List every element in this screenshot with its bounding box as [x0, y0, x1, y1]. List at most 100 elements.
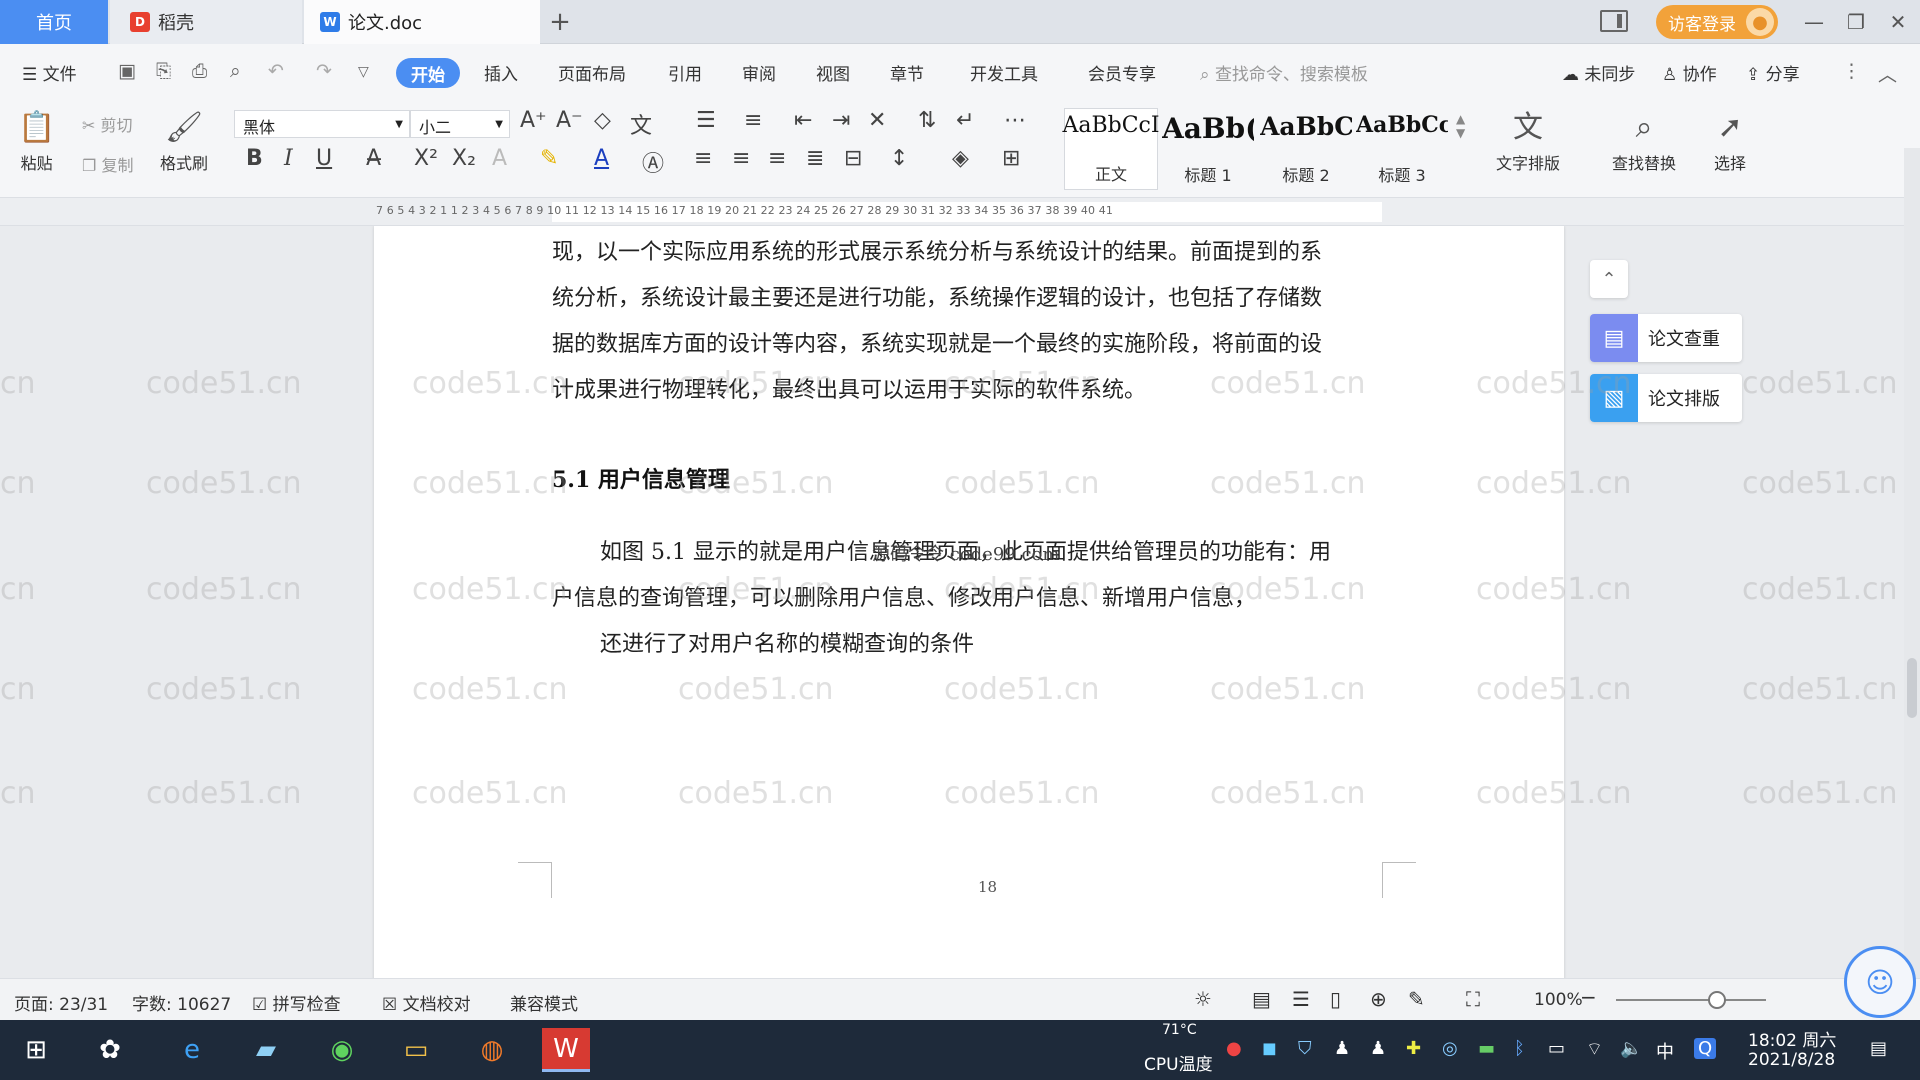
thesis-format-button[interactable]: ▧ 论文排版 — [1590, 374, 1742, 422]
file-menu[interactable]: ☰ 文件 — [22, 60, 77, 85]
web-view-icon[interactable]: ⊕ — [1370, 987, 1387, 1011]
grow-font-icon[interactable]: A⁺ — [520, 108, 547, 133]
numbered-list-icon[interactable]: ≡ — [744, 108, 762, 133]
align-center-icon[interactable]: ≡ — [732, 146, 750, 171]
print-preview-icon[interactable]: ⌕ — [230, 60, 241, 82]
outline-view-icon[interactable]: ☰ — [1292, 987, 1310, 1011]
tray-app-icon[interactable]: ✚ — [1406, 1038, 1421, 1059]
style-heading3[interactable]: AaBbCcl 标题 3 — [1356, 108, 1448, 190]
vertical-scrollbar[interactable] — [1904, 148, 1920, 978]
menu-developer[interactable]: 开发工具 — [970, 60, 1038, 85]
redo-icon[interactable]: ↷ — [316, 60, 332, 82]
collab-button[interactable]: ♙ 协作 — [1662, 60, 1717, 85]
bold-icon[interactable]: B — [246, 146, 263, 171]
ie-browser-icon[interactable]: e — [168, 1028, 216, 1072]
clock-date[interactable]: 2021/8/28 — [1748, 1050, 1835, 1070]
restore-button[interactable]: ❐ — [1842, 8, 1870, 36]
tray-gpu-icon[interactable]: ▬ — [1478, 1038, 1495, 1059]
text-effect-icon[interactable]: A — [492, 146, 507, 171]
eye-protection-icon[interactable]: ☼ — [1194, 987, 1212, 1011]
pen-icon[interactable]: ✎ — [1408, 987, 1425, 1011]
find-replace-button[interactable]: ⌕ 查找替换 — [1612, 106, 1676, 174]
sync-button[interactable]: ☁ 未同步 — [1562, 60, 1635, 85]
collapse-ribbon-icon[interactable]: ︿ — [1878, 60, 1897, 87]
file-explorer-icon[interactable]: ▭ — [392, 1028, 440, 1072]
paste-button[interactable]: 📋 粘贴 — [18, 106, 55, 174]
cut-button[interactable]: ✂ 剪切 — [82, 112, 133, 136]
app-green-icon[interactable]: ◉ — [318, 1028, 366, 1072]
align-left-icon[interactable]: ≡ — [694, 146, 712, 171]
shrink-font-icon[interactable]: A⁻ — [556, 108, 583, 133]
show-marks-icon[interactable]: ⋯ — [1004, 108, 1026, 133]
assistant-icon[interactable]: ☺ — [1844, 946, 1916, 1018]
clock-time[interactable]: 18:02 周六 — [1748, 1026, 1836, 1051]
zoom-out-icon[interactable]: − — [1580, 985, 1597, 1009]
style-heading2[interactable]: AaBbC 标题 2 — [1260, 108, 1352, 190]
quick-access-dropdown-icon[interactable]: ▽ — [358, 64, 369, 80]
highlight-icon[interactable]: ✎ — [540, 146, 558, 171]
font-size-select[interactable]: 小二 ▼ — [410, 110, 510, 138]
char-border-icon[interactable]: Ⓐ — [642, 146, 664, 178]
more-icon[interactable]: ⋮ — [1842, 60, 1861, 82]
clear-format-icon[interactable]: ◇ — [594, 108, 611, 133]
text-layout-button[interactable]: ⽂ 文字排版 — [1496, 106, 1560, 174]
justify-icon[interactable]: ≣ — [806, 146, 824, 171]
notification-icon[interactable]: ▤ — [1870, 1038, 1887, 1059]
zoom-slider[interactable] — [1616, 999, 1766, 1001]
print-icon[interactable]: ⎙ — [192, 60, 207, 82]
export-icon[interactable]: ⎘ — [156, 60, 171, 82]
battery-icon[interactable]: ▭ — [1548, 1038, 1565, 1059]
tray-penguin-icon[interactable]: ♟ — [1370, 1038, 1386, 1059]
tab-docer[interactable]: D 稻壳 — [110, 0, 302, 44]
undo-icon[interactable]: ↶ — [268, 60, 284, 82]
menu-review[interactable]: 审阅 — [742, 60, 776, 85]
styles-scroll-icon[interactable]: ▲ ▼ — [1456, 112, 1465, 140]
ime-indicator[interactable]: 中 — [1656, 1038, 1674, 1064]
sort-icon[interactable]: ⇅ — [918, 108, 936, 133]
app-orange-icon[interactable]: ◍ — [468, 1028, 516, 1072]
side-collapse-button[interactable]: ⌃ — [1590, 260, 1628, 298]
underline-icon[interactable]: U — [316, 146, 332, 171]
style-heading1[interactable]: AaBb( 标题 1 — [1162, 108, 1254, 190]
tray-shield-icon[interactable]: ⛉ — [1298, 1038, 1312, 1059]
windows-start-icon[interactable]: ⊞ — [12, 1028, 60, 1072]
app-book-icon[interactable]: ▰ — [242, 1028, 290, 1072]
horizontal-ruler[interactable]: 7 6 5 4 3 2 1 1 2 3 4 5 6 7 8 9 10 11 12… — [0, 198, 1920, 226]
close-button[interactable]: ✕ — [1884, 8, 1912, 36]
page-indicator[interactable]: 页面: 23/31 — [14, 990, 108, 1015]
window-layout-icon[interactable] — [1600, 10, 1628, 32]
font-name-select[interactable]: 黑体 ▼ — [234, 110, 410, 138]
pinyin-icon[interactable]: 文 — [630, 108, 652, 140]
volume-icon[interactable]: 🔈 — [1620, 1038, 1642, 1059]
bullet-list-icon[interactable]: ☰ — [696, 108, 716, 133]
decrease-indent-icon[interactable]: ⇤ — [794, 108, 812, 133]
tray-app-icon[interactable]: ◼ — [1262, 1038, 1277, 1059]
tray-app-icon[interactable]: ● — [1226, 1038, 1242, 1059]
app-pinwheel-icon[interactable]: ✿ — [86, 1028, 134, 1072]
spell-check-button[interactable]: ☑ 拼写检查 — [252, 990, 341, 1015]
align-right-icon[interactable]: ≡ — [768, 146, 786, 171]
font-color-icon[interactable]: A — [594, 146, 609, 171]
tab-home[interactable]: 首页 — [0, 0, 108, 44]
search-app-icon[interactable]: Q — [1694, 1038, 1717, 1059]
menu-page-layout[interactable]: 页面布局 — [558, 60, 626, 85]
chinese-layout-icon[interactable]: ✕ — [868, 108, 886, 133]
command-search[interactable]: ⌕ 查找命令、搜索模板 — [1200, 60, 1368, 85]
tab-document[interactable]: W 论文.doc — [304, 0, 540, 44]
menu-member[interactable]: 会员专享 — [1088, 60, 1156, 85]
zoom-level[interactable]: 100% — [1534, 990, 1583, 1010]
menu-view[interactable]: 视图 — [816, 60, 850, 85]
shading-icon[interactable]: ◈ — [952, 146, 969, 171]
line-direction-icon[interactable]: ↵ — [956, 108, 974, 133]
visitor-login-button[interactable]: 访客登录 ● — [1656, 5, 1778, 39]
menu-start[interactable]: 开始 — [396, 58, 460, 88]
tray-penguin-icon[interactable]: ♟ — [1334, 1038, 1350, 1059]
word-count[interactable]: 字数: 10627 — [132, 990, 231, 1015]
strikethrough-icon[interactable]: A̶ — [366, 146, 381, 171]
page-view-icon[interactable]: ▤ — [1252, 987, 1271, 1011]
increase-indent-icon[interactable]: ⇥ — [832, 108, 850, 133]
borders-icon[interactable]: ⊞ — [1002, 146, 1020, 171]
italic-icon[interactable]: I — [284, 146, 293, 171]
wps-office-icon[interactable]: W — [542, 1028, 590, 1072]
subscript-icon[interactable]: X₂ — [452, 146, 476, 171]
